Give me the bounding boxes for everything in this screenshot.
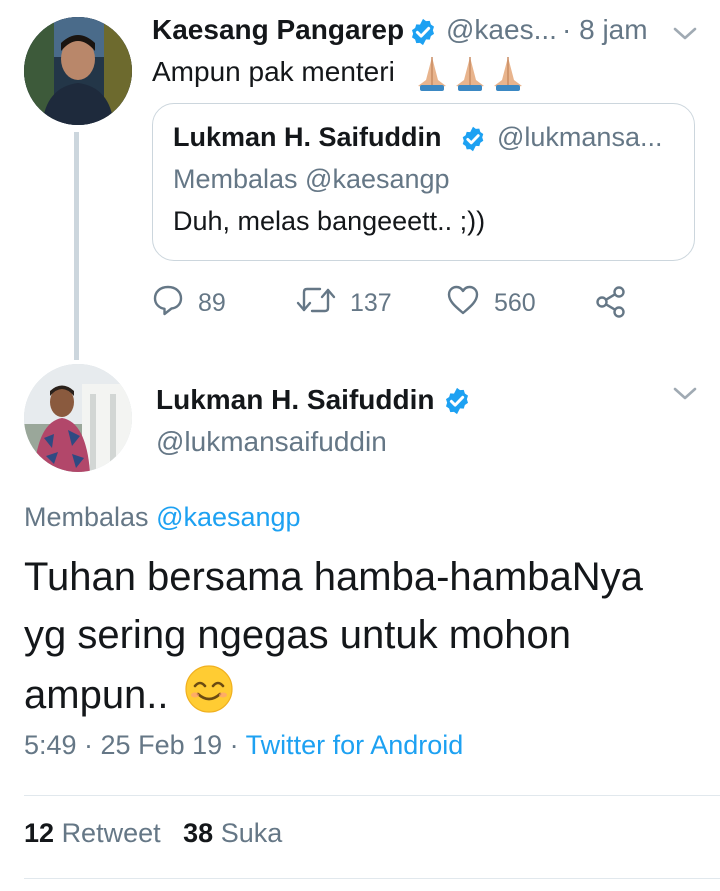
share-button[interactable] [594, 286, 642, 325]
share-icon [594, 286, 642, 325]
like-stat[interactable]: 38 Suka [183, 818, 282, 848]
tweet-relative-time[interactable]: · 8 jam [562, 14, 648, 46]
quoted-author-handle: @lukmansa... [497, 122, 663, 152]
reply-mention-link[interactable]: @kaesangp [156, 502, 301, 532]
tweet-text: Ampun pak menteri [152, 56, 395, 87]
reply-button[interactable]: 89 [152, 284, 226, 323]
quoted-tweet-card[interactable]: Lukman H. Saifuddin @lukmansa... Membala… [152, 103, 695, 261]
reply-context: Membalas @kaesangp [24, 502, 301, 533]
verified-badge-icon [442, 386, 472, 421]
author-handle[interactable]: @lukmansaifuddin [156, 426, 387, 458]
author-name[interactable]: Lukman H. Saifuddin [156, 384, 434, 416]
like-stat-label: Suka [220, 818, 283, 848]
quoted-reply-context: Membalas @kaesangp [173, 164, 450, 194]
retweet-stat-count: 12 [24, 818, 55, 848]
retweet-stat-label: Retweet [61, 818, 161, 848]
divider [24, 795, 720, 796]
tweet-source-link[interactable]: Twitter for Android [246, 730, 464, 760]
quoted-author-name: Lukman H. Saifuddin [173, 122, 442, 152]
folded-hands-emoji [414, 54, 530, 97]
avatar-kaesang[interactable] [24, 17, 132, 125]
like-button[interactable]: 560 [446, 284, 536, 323]
verified-badge-icon [408, 17, 438, 52]
thread-connector-line [74, 132, 79, 360]
retweet-stat[interactable]: 12 Retweet [24, 818, 168, 848]
retweet-count: 137 [350, 289, 392, 317]
divider [24, 878, 720, 879]
reply-prefix: Membalas [24, 502, 149, 532]
like-count: 560 [494, 289, 536, 317]
author-name[interactable]: Kaesang Pangarep [152, 14, 404, 46]
avatar-lukman[interactable] [24, 364, 132, 472]
chevron-down-icon[interactable] [672, 26, 698, 47]
retweet-button[interactable]: 137 [296, 284, 392, 323]
quoted-tweet-text: Duh, melas bangeeett.. ;)) [173, 206, 486, 236]
retweet-icon [296, 284, 350, 323]
tweet-timestamp[interactable]: 5:49 · 25 Feb 19 · [24, 730, 239, 760]
verified-badge-icon [459, 125, 487, 158]
tweet-body: Tuhan bersama hamba-hambaNya yg sering n… [24, 555, 643, 717]
reply-count: 89 [198, 289, 226, 317]
reply-icon [152, 284, 198, 323]
chevron-down-icon[interactable] [672, 386, 698, 407]
like-stat-count: 38 [183, 818, 214, 848]
tweet-meta: 5:49 · 25 Feb 19 · Twitter for Android [24, 730, 463, 761]
tweet-text: Tuhan bersama hamba-hambaNya yg sering n… [24, 548, 694, 730]
tweet-stats: 12 Retweet 38 Suka [24, 818, 282, 849]
smiling-face-emoji [184, 664, 234, 730]
heart-icon [446, 284, 494, 323]
author-handle[interactable]: @kaes... [446, 14, 557, 46]
